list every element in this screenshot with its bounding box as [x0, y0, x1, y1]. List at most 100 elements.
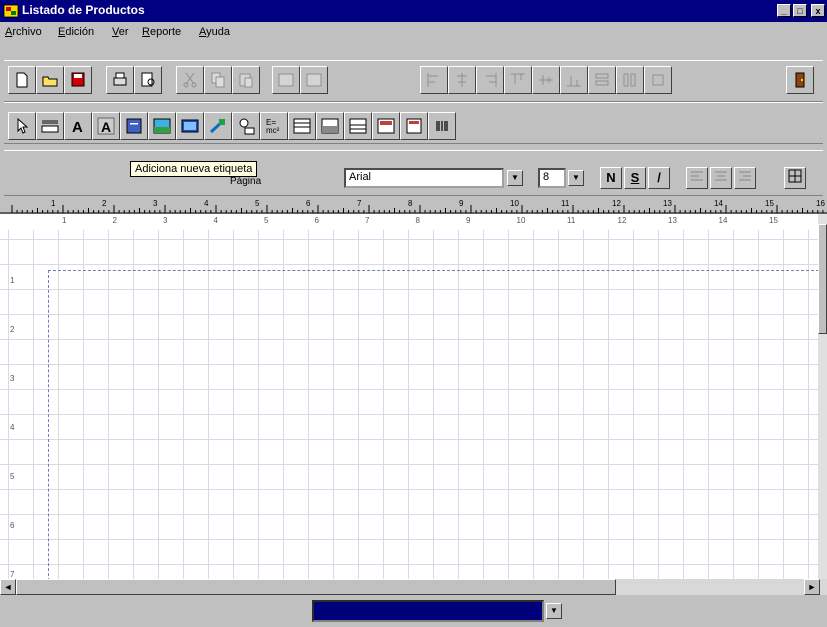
image-icon[interactable]	[176, 112, 204, 140]
line-icon[interactable]	[204, 112, 232, 140]
print-preview-icon[interactable]	[134, 66, 162, 94]
text-align-left-icon[interactable]	[686, 167, 708, 189]
svg-text:mc²: mc²	[266, 126, 280, 135]
same-height-icon[interactable]	[616, 66, 644, 94]
barcode-icon[interactable]	[428, 112, 456, 140]
row-number: 2	[10, 325, 15, 334]
vertical-scroll-thumb[interactable]	[818, 224, 827, 334]
ruler-mark: 3	[153, 199, 158, 208]
menu-ver[interactable]: Ver	[112, 26, 129, 38]
column-number: 7	[365, 216, 370, 225]
ruler-mark: 4	[204, 199, 209, 208]
underline-button[interactable]: S	[624, 167, 646, 189]
size-select[interactable]: 8	[538, 168, 566, 188]
align-bottom-icon[interactable]	[560, 66, 588, 94]
same-width-icon[interactable]	[588, 66, 616, 94]
column-number: 5	[264, 216, 269, 225]
ruler-mark: 8	[408, 199, 413, 208]
copy-icon[interactable]	[204, 66, 232, 94]
font-select[interactable]: Arial	[344, 168, 504, 188]
same-size-icon[interactable]	[644, 66, 672, 94]
title-bar: Listado de Productos _ □ x	[0, 0, 827, 22]
field-icon[interactable]	[36, 112, 64, 140]
pointer-icon[interactable]	[8, 112, 36, 140]
label-frame-icon[interactable]: A	[92, 112, 120, 140]
memo-icon[interactable]	[400, 112, 428, 140]
header-band-icon[interactable]	[288, 112, 316, 140]
date-icon[interactable]	[232, 112, 260, 140]
align-center-icon[interactable]	[448, 66, 476, 94]
font-dropdown-arrow-icon[interactable]: ▼	[507, 170, 523, 186]
rectangle-icon[interactable]	[120, 112, 148, 140]
app-icon[interactable]	[3, 3, 19, 19]
column-number: 9	[466, 216, 471, 225]
detail-band-icon[interactable]	[316, 112, 344, 140]
text-align-right-icon[interactable]	[734, 167, 756, 189]
exit-door-icon[interactable]	[786, 66, 814, 94]
maximize-button[interactable]: □	[793, 4, 807, 17]
report-canvas[interactable]: 1 2 3 4 5 6 7	[0, 230, 818, 580]
paste-format-icon[interactable]	[300, 66, 328, 94]
menu-bar: Archivo Edición Ver Reporte Ayuda	[0, 22, 827, 42]
ruler-mark: 9	[459, 199, 464, 208]
cut-icon[interactable]	[176, 66, 204, 94]
row-number: 6	[10, 521, 15, 530]
ruler-mark: 5	[255, 199, 260, 208]
minimize-button[interactable]: _	[777, 4, 791, 17]
menu-ayuda[interactable]: Ayuda	[199, 26, 230, 38]
column-number: 3	[163, 216, 168, 225]
align-top-icon[interactable]	[504, 66, 532, 94]
column-number: 6	[314, 216, 319, 225]
scroll-left-icon[interactable]: ◄	[0, 579, 16, 595]
footer-band-icon[interactable]	[344, 112, 372, 140]
horizontal-ruler: 1 2 3 4 5 6 7 8 9 10 11 12 13 14 15 16	[0, 198, 827, 214]
align-middle-icon[interactable]	[532, 66, 560, 94]
label-text-icon[interactable]: A	[64, 112, 92, 140]
ruler-mark: 16	[816, 199, 825, 208]
picture-icon[interactable]	[148, 112, 176, 140]
vertical-scrollbar[interactable]	[818, 214, 827, 580]
print-icon[interactable]	[106, 66, 134, 94]
column-number: 4	[213, 216, 218, 225]
scroll-right-icon[interactable]: ►	[804, 579, 820, 595]
open-icon[interactable]	[36, 66, 64, 94]
ruler-mark: 15	[765, 199, 774, 208]
svg-text:A: A	[101, 119, 111, 135]
horizontal-scroll-thumb[interactable]	[16, 579, 616, 595]
grid-icon[interactable]	[784, 167, 806, 189]
save-icon[interactable]	[64, 66, 92, 94]
ruler-mark: 7	[357, 199, 362, 208]
ruler-mark: 13	[663, 199, 672, 208]
italic-button[interactable]: /	[648, 167, 670, 189]
ruler-mark: 10	[510, 199, 519, 208]
ruler-mark: 12	[612, 199, 621, 208]
rtf-icon[interactable]	[372, 112, 400, 140]
align-left-icon[interactable]	[420, 66, 448, 94]
section-select[interactable]	[312, 600, 544, 622]
row-number: 4	[10, 423, 15, 432]
section-dropdown-arrow-icon[interactable]: ▼	[546, 603, 562, 619]
size-dropdown-arrow-icon[interactable]: ▼	[568, 170, 584, 186]
ruler-mark: 2	[102, 199, 107, 208]
ruler-mark: 14	[714, 199, 723, 208]
text-align-center-icon[interactable]	[710, 167, 732, 189]
bold-button[interactable]: N	[600, 167, 622, 189]
copy-format-icon[interactable]	[272, 66, 300, 94]
column-number: 13	[668, 216, 677, 225]
row-number: 7	[10, 570, 15, 579]
row-number: 5	[10, 472, 15, 481]
column-number: 1	[62, 216, 67, 225]
column-number: 8	[415, 216, 420, 225]
ruler-mark: 1	[51, 199, 56, 208]
horizontal-scrollbar[interactable]: ◄ ►	[0, 579, 827, 595]
align-right-icon[interactable]	[476, 66, 504, 94]
paste-icon[interactable]	[232, 66, 260, 94]
close-button[interactable]: x	[811, 4, 825, 17]
formula-icon[interactable]: E= mc²	[260, 112, 288, 140]
menu-edicion[interactable]: Edición	[58, 26, 94, 38]
menu-reporte[interactable]: Reporte	[142, 26, 181, 38]
menu-archivo[interactable]: Archivo	[5, 26, 42, 38]
svg-text:A: A	[72, 119, 83, 136]
column-number: 10	[516, 216, 526, 225]
new-icon[interactable]	[8, 66, 36, 94]
